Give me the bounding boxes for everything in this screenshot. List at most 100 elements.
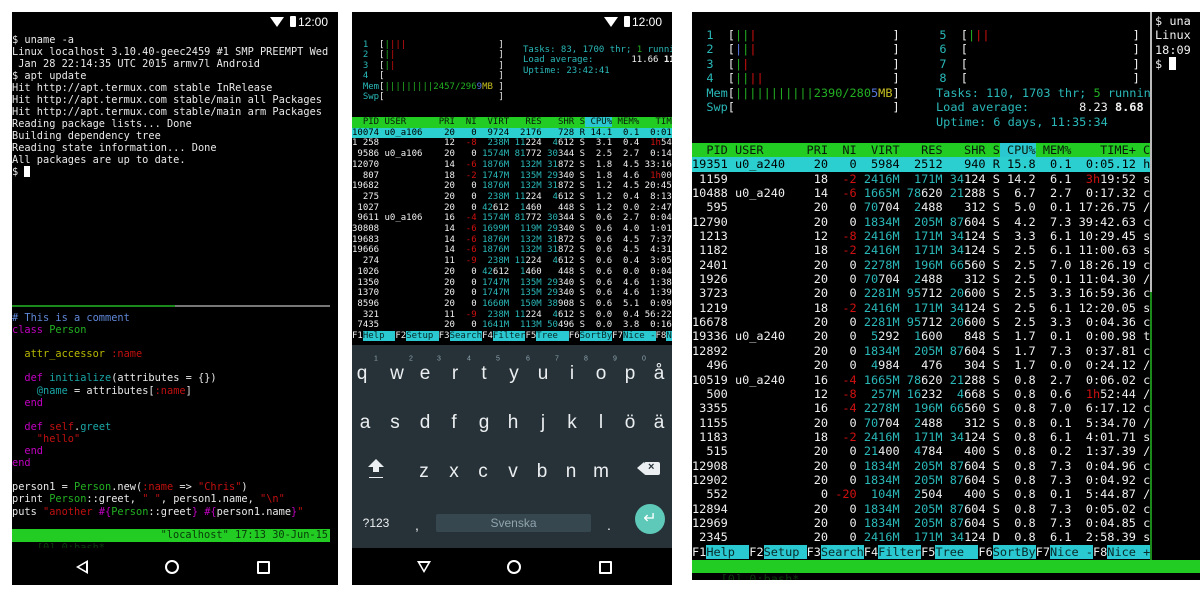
function-label[interactable]: Filter [492, 331, 526, 342]
function-label[interactable]: Help [706, 544, 750, 559]
process-row[interactable]: 595 20 0 70704 2488 312 S 5.0 0.1 17:26.… [692, 200, 1150, 214]
side-terminal-pane[interactable]: $ una Linux 18:09 $ [1155, 14, 1191, 72]
function-label[interactable]: Search [449, 331, 483, 342]
function-label[interactable]: Nice - [1050, 544, 1093, 559]
key-n[interactable]: n [566, 461, 577, 483]
key-i[interactable]: i [570, 363, 574, 385]
function-label[interactable]: Search [820, 544, 864, 559]
process-row[interactable]: 12969 20 0 1834M 205M 87604 S 0.8 7.3 0:… [692, 516, 1150, 530]
process-row[interactable]: 10074 u0_a106 20 0 9724 2176 728 R 14.1 … [352, 127, 672, 139]
terminal-output[interactable]: $ uname -a Linux localhost 3.10.40-geec24… [12, 34, 328, 178]
htop-view[interactable]: 1 [|||| ] 2 [|| ] 3 [|| ] 4 [ ] Mem[||||… [352, 12, 672, 345]
process-row[interactable]: 12894 20 0 1834M 205M 87604 S 0.8 7.3 0:… [692, 502, 1150, 516]
process-row[interactable]: 19682 20 0 1876M 132M 31872 S 1.2 4.5 20… [352, 181, 672, 192]
column-header-res[interactable]: RES [900, 143, 942, 157]
split-divider[interactable] [12, 305, 330, 307]
process-row[interactable]: 19336 u0_a240 20 0 5292 1600 848 S 1.7 0… [692, 329, 1150, 343]
process-row[interactable]: 19351 u0_a240 20 0 5984 2512 940 R 15.8 … [692, 157, 1150, 172]
key-j[interactable]: j [541, 412, 545, 434]
htop-view[interactable]: 1 [||| ] 2 [||| ] 3 [|| ] 4 [|||| ] Mem[… [692, 12, 1150, 560]
backspace-key[interactable]: × [637, 461, 660, 475]
column-header-ni[interactable]: NI [455, 117, 477, 127]
process-row[interactable]: 2345 20 0 2416M 171M 34124 D 0.8 6.1 2:5… [692, 530, 1150, 544]
function-key-f5[interactable]: F5 [921, 545, 935, 559]
column-header-time[interactable]: TIME [639, 117, 672, 127]
process-row[interactable]: 12790 20 0 1834M 205M 87604 S 4.2 7.3 39… [692, 215, 1150, 229]
process-row[interactable]: 515 20 0 21400 4784 400 S 0.8 0.2 1:37.3… [692, 444, 1150, 458]
process-row[interactable]: 500 12 -8 257M 16232 4668 S 0.8 0.6 1h52… [692, 387, 1150, 401]
key-r[interactable]: r [452, 363, 458, 385]
key-z[interactable]: z [419, 461, 429, 483]
function-key-f4[interactable]: F4 [482, 331, 493, 341]
function-label[interactable]: SortBy [992, 544, 1036, 559]
symbols-key[interactable]: ?123 [363, 516, 390, 530]
column-header-time[interactable]: TIME+ [1071, 143, 1136, 157]
column-header-shr[interactable]: SHR [943, 143, 985, 157]
function-label[interactable]: SortBy [579, 331, 613, 342]
column-header-shr[interactable]: SHR [542, 117, 574, 127]
key-v[interactable]: v [508, 461, 518, 483]
key-m[interactable]: m [593, 461, 609, 483]
function-label[interactable]: Setup [763, 544, 807, 559]
column-header-mem[interactable]: MEM% [1036, 143, 1072, 157]
column-header-s[interactable]: S [986, 143, 1000, 157]
process-row[interactable]: 1183 18 -2 2416M 171M 34124 S 0.8 6.1 4:… [692, 430, 1150, 444]
function-label[interactable]: Nice + [666, 331, 672, 342]
function-key-f1[interactable]: F1 [352, 331, 363, 341]
recents-icon[interactable] [599, 561, 612, 574]
function-label[interactable]: Tree [536, 331, 569, 342]
process-row[interactable]: 1026 20 0 42612 1460 448 S 0.6 0.0 0:04. [352, 267, 672, 278]
column-header-pid[interactable]: PID [692, 143, 727, 157]
process-row[interactable]: 496 20 0 4984 476 304 S 1.7 0.0 0:24.12 … [692, 358, 1150, 372]
key-x[interactable]: x [449, 461, 459, 483]
function-key-f1[interactable]: F1 [692, 545, 706, 559]
key-w[interactable]: w [390, 363, 404, 385]
function-key-f7[interactable]: F7 [1036, 545, 1050, 559]
function-label[interactable]: Tree [935, 544, 979, 559]
process-row[interactable]: 1926 20 0 70704 2488 312 S 2.5 0.1 11:04… [692, 272, 1150, 286]
column-header-s[interactable]: S [574, 117, 585, 127]
process-row[interactable]: 2401 20 0 2278M 196M 66560 S 2.5 7.0 18:… [692, 258, 1150, 272]
process-row[interactable]: 12902 20 0 1834M 205M 87604 S 0.8 7.3 0:… [692, 473, 1150, 487]
process-row[interactable]: 275 20 0 238M 11224 4612 S 1.2 0.4 8:13. [352, 192, 672, 203]
key-k[interactable]: k [567, 412, 577, 434]
column-header-virt[interactable]: VIRT [477, 117, 509, 127]
column-header-user[interactable]: USER [728, 143, 800, 157]
column-header-virt[interactable]: VIRT [857, 143, 900, 157]
process-row[interactable]: 1182 18 -2 2416M 171M 34124 S 2.5 6.1 11… [692, 243, 1150, 257]
key-t[interactable]: t [481, 363, 486, 385]
process-row[interactable]: 7435 20 0 1641M 113M 50496 S 0.0 3.8 0:1… [352, 320, 672, 331]
column-header-cpu[interactable]: CPU% [585, 117, 613, 127]
function-key-f8[interactable]: F8 [656, 331, 667, 341]
process-row[interactable]: 1155 20 0 70704 2488 312 S 0.8 0.1 5:34.… [692, 416, 1150, 430]
function-label[interactable]: Filter [878, 544, 922, 559]
process-row[interactable]: 1213 12 -8 2416M 171M 34124 S 3.3 6.1 10… [692, 229, 1150, 243]
process-row[interactable]: 1350 20 0 1747M 135M 29340 S 0.6 4.6 1:3… [352, 278, 672, 289]
process-row[interactable]: 3355 16 -4 2278M 196M 66560 S 0.8 7.0 6:… [692, 401, 1150, 415]
process-row[interactable]: 12892 20 0 1834M 205M 87604 S 1.7 7.3 0:… [692, 344, 1150, 358]
key-f[interactable]: f [451, 412, 456, 434]
key-s[interactable]: s [390, 412, 400, 434]
key-p[interactable]: p [625, 363, 636, 385]
process-row[interactable]: 9611 u0_a106 16 -4 1574M 81772 30344 S 0… [352, 213, 672, 224]
home-icon[interactable] [507, 560, 521, 574]
function-key-f2[interactable]: F2 [749, 545, 763, 559]
key-y[interactable]: y [509, 363, 519, 385]
function-key-f8[interactable]: F8 [1093, 545, 1107, 559]
function-key-f6[interactable]: F6 [978, 545, 992, 559]
function-key-f4[interactable]: F4 [864, 545, 878, 559]
code-editor-pane[interactable]: # This is a comment class Person attr_acc… [12, 312, 303, 518]
process-row[interactable]: 8596 20 0 1660M 150M 38908 S 0.6 5.1 0:0… [352, 299, 672, 310]
key-ö[interactable]: ö [625, 412, 636, 434]
process-row[interactable]: 12070 14 -6 1876M 132M 31872 S 1.8 4.5 3… [352, 160, 672, 171]
key-e[interactable]: e [420, 363, 431, 385]
column-header-ni[interactable]: NI [828, 143, 856, 157]
process-row[interactable]: 19666 14 -6 1876M 132M 31872 S 0.6 4.5 4… [352, 245, 672, 256]
key-ä[interactable]: ä [654, 412, 665, 434]
key-å[interactable]: å [654, 363, 665, 385]
key-d[interactable]: d [420, 412, 431, 434]
hide-keyboard-icon[interactable] [417, 561, 431, 573]
process-row[interactable]: 30808 14 -6 1699M 119M 29340 S 0.6 4.0 1… [352, 224, 672, 235]
tmux-pane-divider[interactable] [1150, 12, 1152, 560]
process-row[interactable]: 1159 18 -2 2416M 171M 34124 S 14.2 6.1 3… [692, 172, 1150, 186]
